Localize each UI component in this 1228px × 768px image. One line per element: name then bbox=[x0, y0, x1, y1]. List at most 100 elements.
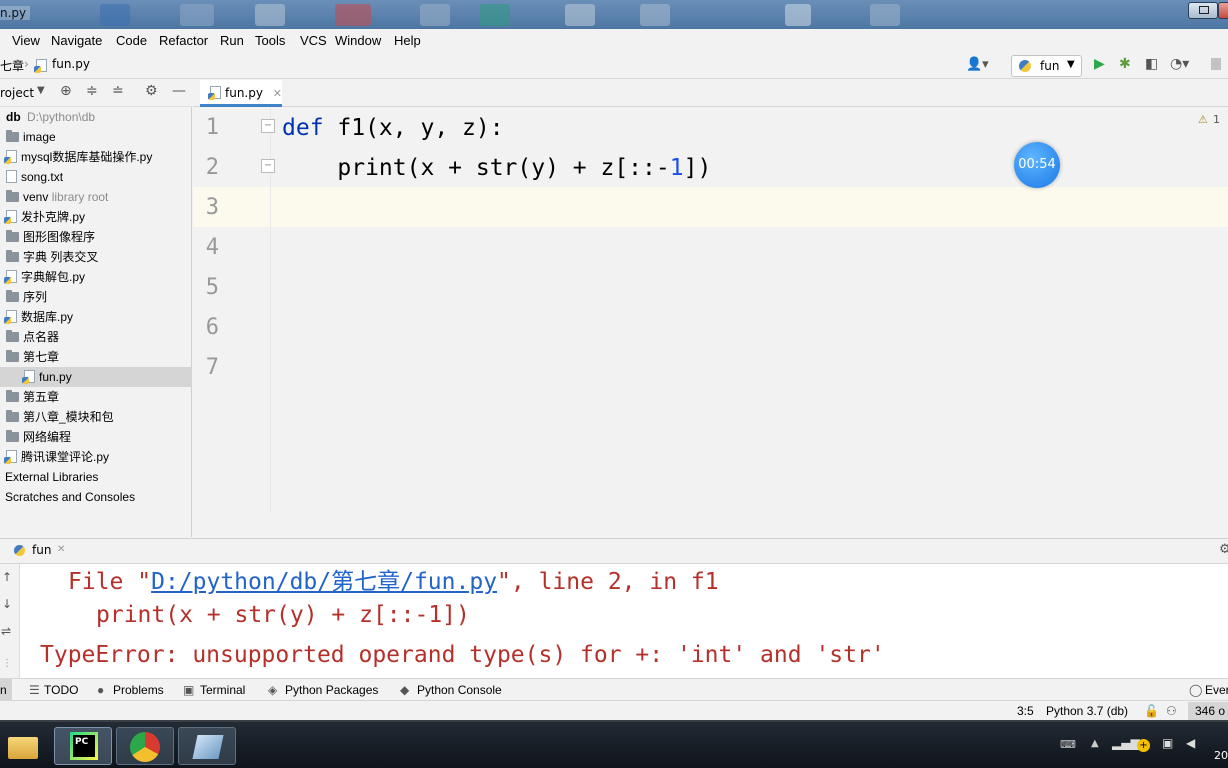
line-number: 6 bbox=[205, 315, 219, 340]
tree-item[interactable]: 点名器 bbox=[0, 327, 192, 347]
stop-icon[interactable] bbox=[1211, 58, 1221, 70]
tree-item-scratches[interactable]: Scratches and Consoles bbox=[0, 487, 192, 507]
tree-item[interactable]: 序列 bbox=[0, 287, 192, 307]
chevron-down-icon: ▼ bbox=[1067, 59, 1075, 70]
keyboard-icon[interactable]: ⌨ bbox=[1060, 738, 1076, 751]
folder-icon bbox=[6, 230, 19, 242]
memory-indicator[interactable]: 346 o bbox=[1188, 702, 1228, 720]
run-console[interactable]: File "D:/python/db/第七章/fun.py", line 2, … bbox=[20, 564, 1228, 678]
status-bar: 3:5 Python 3.7 (db) 🔓 ⚇ 346 o bbox=[0, 700, 1228, 720]
tree-item[interactable]: 发扑克牌.py bbox=[0, 207, 192, 227]
user-icon[interactable]: 👤▾ bbox=[966, 57, 989, 72]
debug-icon[interactable]: ✱ bbox=[1119, 56, 1131, 72]
network-icon[interactable]: ▣ bbox=[1162, 736, 1173, 750]
tree-item[interactable]: venv library root bbox=[0, 187, 192, 207]
root-name: db bbox=[6, 110, 21, 124]
taskbar-explorer[interactable] bbox=[0, 727, 46, 765]
menu-refactor[interactable]: Refactor bbox=[159, 33, 208, 48]
run-tab-label[interactable]: fun bbox=[32, 543, 51, 557]
close-icon[interactable]: ✕ bbox=[273, 87, 282, 100]
breadcrumb-file[interactable]: fun.py bbox=[52, 57, 90, 71]
restore-button[interactable] bbox=[1188, 2, 1218, 19]
tree-item[interactable]: 数据库.py bbox=[0, 307, 192, 327]
tool-run-label: n bbox=[0, 683, 7, 697]
interpreter[interactable]: Python 3.7 (db) bbox=[1046, 704, 1128, 718]
hide-icon[interactable]: — bbox=[172, 83, 186, 99]
tool-python-packages[interactable]: Python Packages bbox=[285, 683, 378, 697]
tool-terminal[interactable]: Terminal bbox=[200, 683, 245, 697]
menu-navigate[interactable]: Navigate bbox=[51, 33, 102, 48]
gear-icon[interactable]: ⚙ bbox=[145, 83, 158, 99]
close-icon[interactable]: ✕ bbox=[57, 544, 65, 555]
folder-icon bbox=[6, 350, 19, 362]
caret-position[interactable]: 3:5 bbox=[1017, 704, 1034, 718]
run-icon[interactable]: ▶ bbox=[1094, 56, 1105, 72]
tool-problems[interactable]: Problems bbox=[113, 683, 164, 697]
locate-icon[interactable]: ⊕ bbox=[60, 83, 72, 99]
code-area[interactable]: def f1(x, y, z): print(x + str(y) + z[::… bbox=[272, 107, 1228, 513]
pycharm-icon: PC bbox=[70, 732, 98, 760]
soft-wrap-icon[interactable]: ⇌ bbox=[1, 624, 11, 638]
tree-item[interactable]: 字典解包.py bbox=[0, 267, 192, 287]
tree-item[interactable]: 字典 列表交叉 bbox=[0, 247, 192, 267]
taskbar-app[interactable] bbox=[178, 727, 236, 765]
tool-python-console[interactable]: Python Console bbox=[417, 683, 502, 697]
more-icon[interactable]: ⋮ bbox=[2, 658, 12, 669]
tray-expand-icon[interactable]: ▲ bbox=[1091, 738, 1099, 749]
todo-icon: ☰ bbox=[29, 683, 40, 697]
tree-item-selected[interactable]: fun.py bbox=[0, 367, 192, 387]
volume-icon[interactable]: ◀ bbox=[1186, 736, 1195, 750]
tree-root[interactable]: db D:\python\db bbox=[0, 107, 192, 127]
clock[interactable]: 20 bbox=[1214, 749, 1228, 762]
tool-todo[interactable]: TODO bbox=[44, 683, 78, 697]
menu-vcs[interactable]: VCS bbox=[300, 33, 327, 48]
tree-item[interactable]: 第八章_模块和包 bbox=[0, 407, 192, 427]
expand-all-icon[interactable]: ≑ bbox=[86, 83, 98, 99]
collapse-all-icon[interactable]: ≐ bbox=[112, 83, 124, 99]
tree-item[interactable]: mysql数据库基础操作.py bbox=[0, 147, 192, 167]
file-link[interactable]: D:/python/db/第七章/fun.py bbox=[151, 569, 497, 595]
tree-item[interactable]: 第五章 bbox=[0, 387, 192, 407]
tree-item[interactable]: image bbox=[0, 127, 192, 147]
run-config-dropdown[interactable]: fun ▼ bbox=[1011, 55, 1082, 77]
tool-event-log[interactable]: Ever bbox=[1205, 683, 1228, 697]
tree-item[interactable]: 腾讯课堂评论.py bbox=[0, 447, 192, 467]
signal-icon[interactable]: ▂▄▆ bbox=[1112, 736, 1140, 750]
tree-item[interactable]: 图形图像程序 bbox=[0, 227, 192, 247]
menu-run[interactable]: Run bbox=[220, 33, 244, 48]
python-icon bbox=[14, 545, 25, 556]
menu-help[interactable]: Help bbox=[394, 33, 421, 48]
run-config-label: fun bbox=[1040, 59, 1060, 73]
menu-view[interactable]: View bbox=[12, 33, 40, 48]
coverage-icon[interactable]: ◧ bbox=[1145, 56, 1158, 72]
line-number: 1 bbox=[205, 115, 219, 140]
profile-icon[interactable]: ◔▾ bbox=[1170, 56, 1189, 72]
menu-window[interactable]: Window bbox=[335, 33, 381, 48]
chevron-down-icon[interactable]: ▼ bbox=[37, 85, 45, 96]
tree-item[interactable]: song.txt bbox=[0, 167, 192, 187]
arrow-down-icon[interactable]: ↓ bbox=[2, 597, 12, 611]
tool-run-tab[interactable]: n bbox=[0, 679, 12, 701]
menu-code[interactable]: Code bbox=[116, 33, 147, 48]
tree-item[interactable]: 网络编程 bbox=[0, 427, 192, 447]
lock-icon[interactable]: 🔓 bbox=[1144, 704, 1159, 718]
tree-item[interactable]: 第七章 bbox=[0, 347, 192, 367]
gear-icon[interactable]: ⚙ bbox=[1219, 542, 1228, 557]
taskbar-pycharm[interactable]: PC bbox=[54, 727, 112, 765]
menu-tools[interactable]: Tools bbox=[255, 33, 285, 48]
arrow-up-icon[interactable]: ↑ bbox=[2, 570, 12, 584]
project-view-label[interactable]: roject bbox=[0, 86, 34, 100]
warning-icon[interactable]: ⚠ bbox=[1198, 113, 1208, 126]
memory-label: 346 o bbox=[1195, 704, 1226, 718]
text-file-icon bbox=[6, 170, 17, 183]
breadcrumb-parent[interactable]: 七章 bbox=[0, 57, 24, 74]
editor-gutter: 1 2 3 4 5 6 7 − − bbox=[193, 107, 275, 513]
tray-plus-icon[interactable]: + bbox=[1137, 739, 1150, 752]
line-number: 2 bbox=[205, 155, 219, 180]
taskbar-chrome[interactable] bbox=[116, 727, 174, 765]
inspection-icon[interactable]: ⚇ bbox=[1166, 704, 1177, 718]
tree-item-external-libraries[interactable]: External Libraries bbox=[0, 467, 192, 487]
recording-timer: 00:54 bbox=[1014, 142, 1060, 188]
tab-fun-py[interactable]: fun.py ✕ bbox=[200, 80, 282, 107]
close-button[interactable] bbox=[1218, 2, 1228, 19]
